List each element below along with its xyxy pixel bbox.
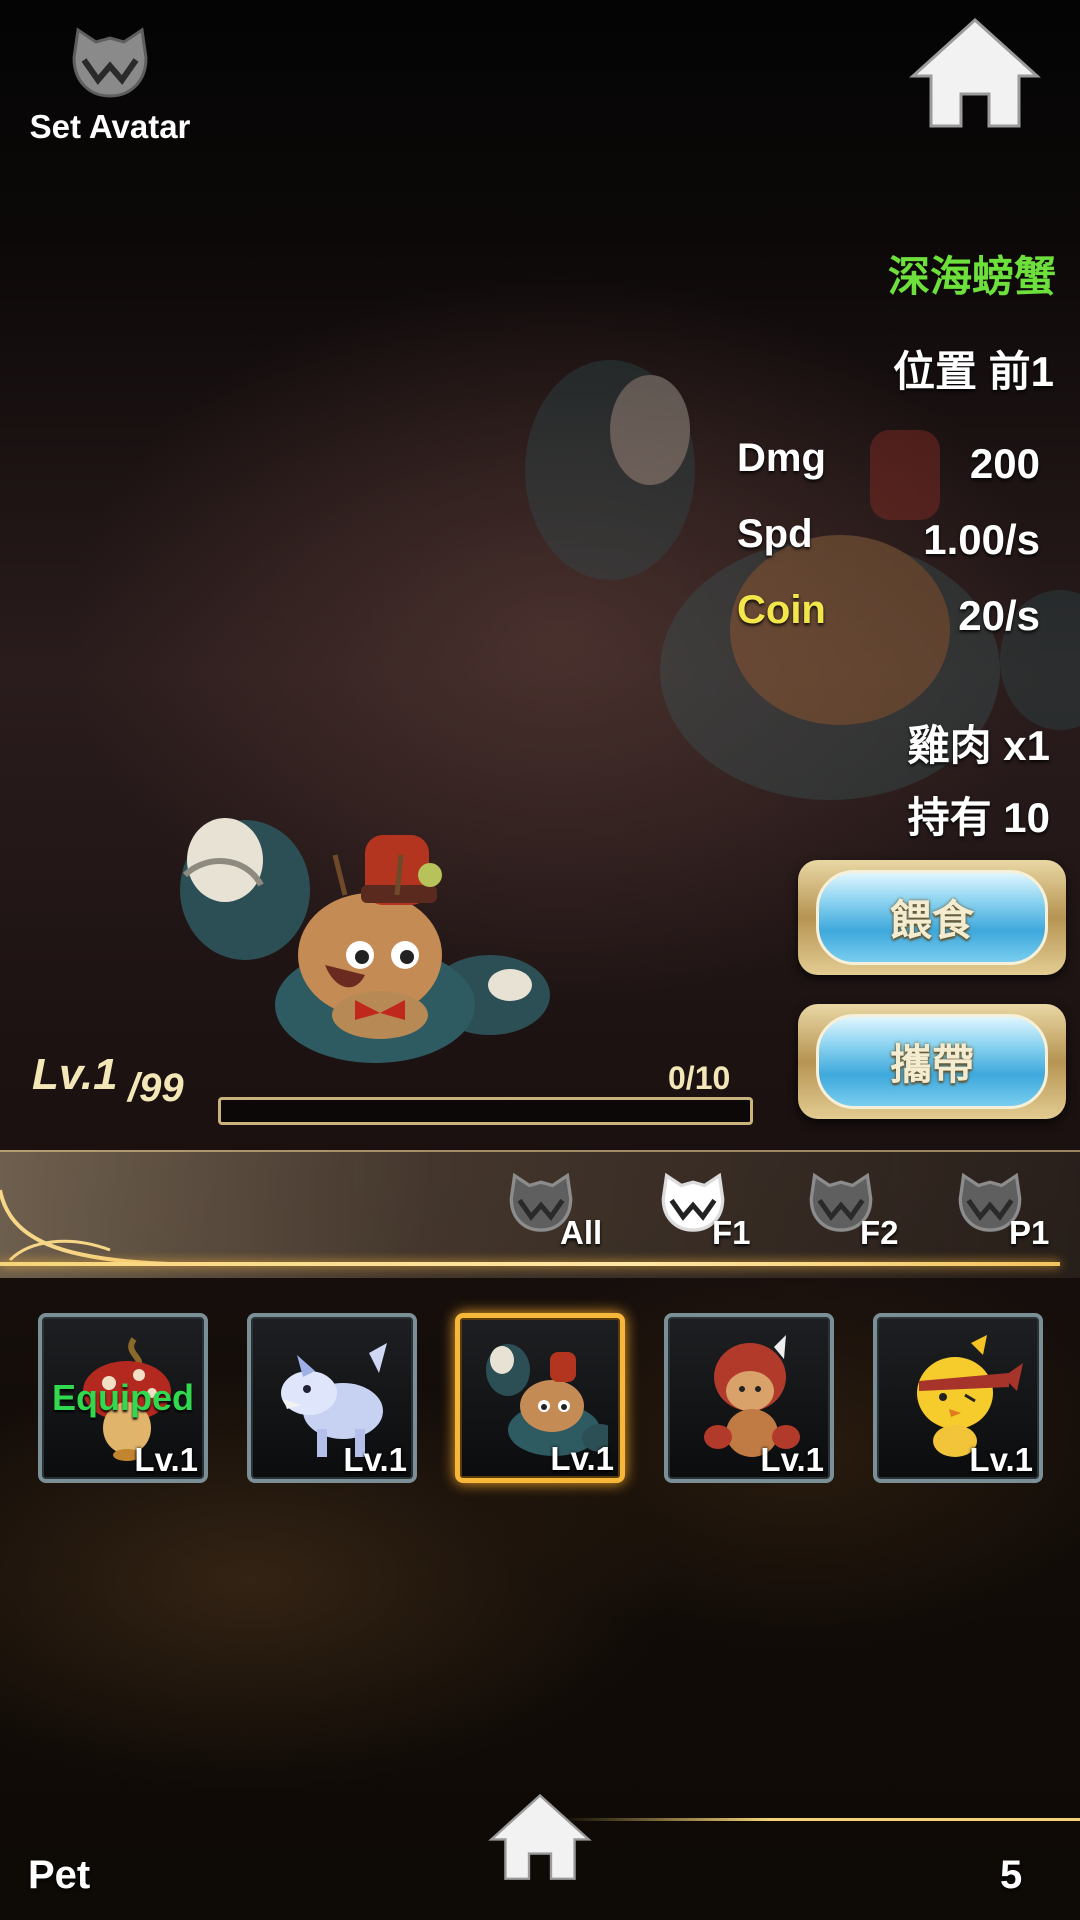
footer-title: Pet <box>28 1853 91 1897</box>
deep-sea-crab-pet-image <box>180 818 550 1063</box>
pet-card-level: Lv.1 <box>969 1441 1033 1478</box>
pet-name: 深海螃蟹 <box>887 253 1056 300</box>
pet-count: 5 <box>1000 1853 1023 1897</box>
food-held: 持有 10 <box>907 794 1050 841</box>
pet-card-level: Lv.1 <box>550 1440 614 1477</box>
carry-button-label: 攜帶 <box>816 1014 1048 1109</box>
wolf-emblem-icon <box>72 27 148 98</box>
spd-label: Spd <box>737 512 813 556</box>
set-avatar-button[interactable]: Set Avatar <box>20 24 200 164</box>
pet-card-level: Lv.1 <box>343 1441 407 1478</box>
pet-card-ice-wolf[interactable]: Lv.1 <box>247 1313 417 1483</box>
pet-card-chick[interactable]: Lv.1 <box>873 1313 1043 1483</box>
filter-tab-label: P1 <box>1009 1214 1050 1251</box>
coin-label: Coin <box>737 588 826 632</box>
filter-tab-all[interactable]: All <box>508 1170 618 1251</box>
set-avatar-label: Set Avatar <box>29 108 191 145</box>
pet-card-mushroom[interactable]: Equiped Lv.1 <box>38 1313 208 1483</box>
home-icon[interactable] <box>485 1790 595 1885</box>
dmg-label: Dmg <box>737 436 826 480</box>
filter-bar-divider <box>0 1262 1060 1266</box>
filter-tab-label: F2 <box>860 1214 899 1251</box>
dmg-value: 200 <box>969 440 1040 487</box>
pet-level-max: /99 <box>128 1066 184 1110</box>
home-icon[interactable] <box>905 16 1045 131</box>
carry-button[interactable]: 攜帶 <box>798 1004 1066 1119</box>
feed-button-label: 餵食 <box>816 870 1048 965</box>
spd-value: 1.00/s <box>923 516 1040 563</box>
pet-card-level: Lv.1 <box>134 1441 198 1478</box>
filter-tab-label: F1 <box>712 1214 751 1251</box>
coin-value: 20/s <box>958 592 1040 639</box>
pet-card-level: Lv.1 <box>760 1441 824 1478</box>
pet-card-dragon-hood[interactable]: Lv.1 <box>664 1313 834 1483</box>
pet-level: Lv.1 <box>32 1050 118 1099</box>
footer-divider <box>560 1818 1080 1821</box>
filter-tab-p1[interactable]: P1 <box>957 1170 1067 1251</box>
filter-tab-label: All <box>560 1214 603 1251</box>
game-screen: Set Avatar 深海螃蟹 位置 前1 Dmg 200 Spd 1.00/s… <box>0 0 1080 1920</box>
exp-progress-bar <box>218 1097 753 1125</box>
pet-position: 位置 前1 <box>892 348 1054 395</box>
filter-tab-f2[interactable]: F2 <box>808 1170 918 1251</box>
filter-tab-f1[interactable]: F1 <box>660 1170 770 1251</box>
pet-card-deep-sea-crab[interactable]: Lv.1 <box>455 1313 625 1483</box>
equipped-badge: Equiped <box>52 1377 194 1418</box>
exp-text: 0/10 <box>668 1060 731 1096</box>
food-requirement: 雞肉 x1 <box>907 722 1050 769</box>
ornament-swirl <box>0 1189 171 1266</box>
feed-button[interactable]: 餵食 <box>798 860 1066 975</box>
